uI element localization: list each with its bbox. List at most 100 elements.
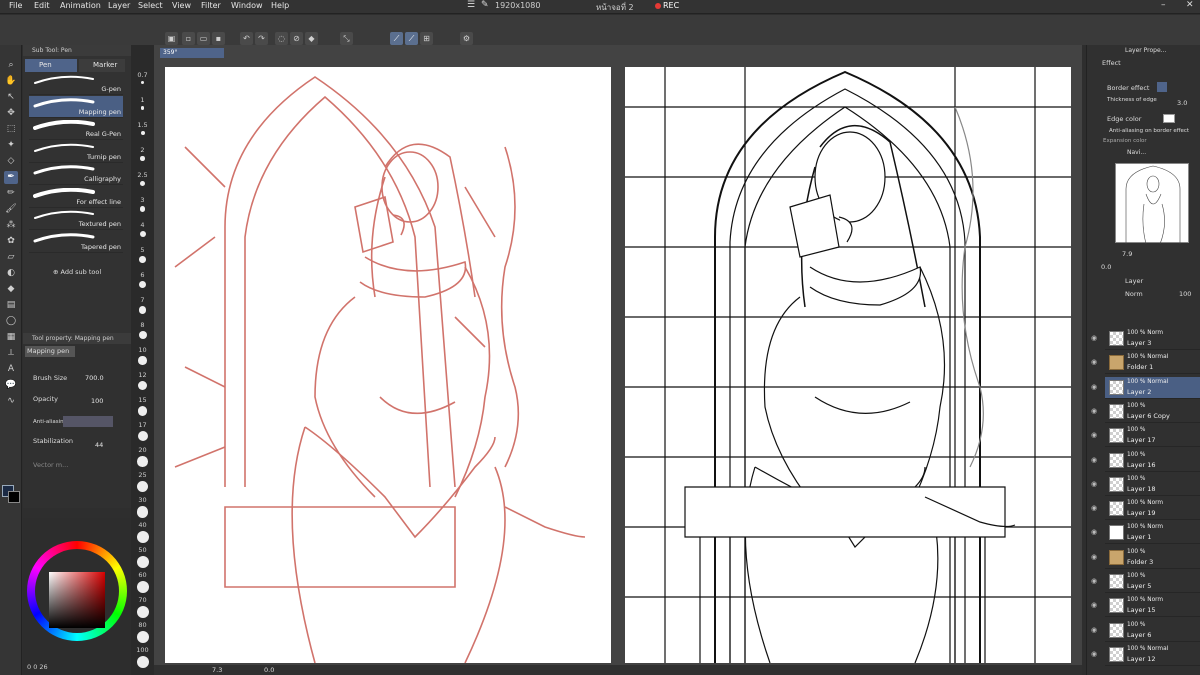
size-label[interactable]: 0.7: [131, 71, 154, 79]
menu-help[interactable]: Help: [271, 1, 289, 10]
brush-size-value[interactable]: 700.0: [85, 374, 104, 382]
subtool-item[interactable]: Mapping pen: [29, 95, 123, 118]
opacity-value[interactable]: 100: [91, 397, 103, 405]
visibility-eye-icon[interactable]: ◉: [1091, 601, 1097, 609]
rec-indicator[interactable]: REC: [655, 1, 679, 10]
menu-layer[interactable]: Layer: [108, 1, 130, 10]
size-dot-icon[interactable]: [140, 181, 145, 186]
menu-window[interactable]: Window: [231, 1, 263, 10]
layer-tab[interactable]: Layer: [1125, 277, 1143, 285]
tab-pen[interactable]: Pen: [25, 59, 77, 72]
add-subtool-button[interactable]: ⊕ Add sub tool: [53, 268, 101, 276]
edge-color-swatch[interactable]: [1163, 114, 1175, 123]
size-label[interactable]: 7: [131, 296, 154, 304]
size-dot-icon[interactable]: [140, 156, 145, 161]
size-dot-icon[interactable]: [137, 481, 148, 492]
sub-color-swatch[interactable]: [8, 491, 20, 503]
canvas-lineart[interactable]: [625, 67, 1071, 664]
visibility-eye-icon[interactable]: ◉: [1091, 334, 1097, 342]
size-dot-icon[interactable]: [139, 281, 146, 288]
subtool-item[interactable]: Tapered pen: [29, 231, 123, 253]
zoom-value[interactable]: 7.3: [212, 666, 222, 674]
canvas-sketch[interactable]: [165, 67, 611, 664]
text-icon[interactable]: A: [4, 363, 18, 376]
size-label[interactable]: 60: [131, 571, 154, 579]
transform-icon[interactable]: ⤡: [340, 32, 353, 45]
visibility-eye-icon[interactable]: ◉: [1091, 431, 1097, 439]
deselect-icon[interactable]: ◌: [275, 32, 288, 45]
layer-row[interactable]: ◉ 100 % Norm Layer 19: [1091, 498, 1200, 521]
blend-mode-select[interactable]: Norm: [1125, 290, 1143, 298]
size-dot-icon[interactable]: [137, 456, 148, 467]
visibility-eye-icon[interactable]: ◉: [1091, 528, 1097, 536]
figure-icon[interactable]: ◯: [4, 315, 18, 328]
snap-special-ruler-icon[interactable]: ⟋: [405, 32, 418, 45]
visibility-eye-icon[interactable]: ◉: [1091, 407, 1097, 415]
subtool-item[interactable]: Textured pen: [29, 208, 123, 230]
undo-icon[interactable]: ↶: [240, 32, 253, 45]
size-label[interactable]: 70: [131, 596, 154, 604]
operation-icon[interactable]: ↖: [4, 91, 18, 104]
size-label[interactable]: 6: [131, 271, 154, 279]
snap-ruler-icon[interactable]: ⟋: [390, 32, 403, 45]
size-dot-icon[interactable]: [139, 206, 146, 212]
snap-grid-icon[interactable]: ⊞: [420, 32, 433, 45]
close-icon[interactable]: ✕: [1186, 0, 1194, 10]
size-dot-icon[interactable]: [136, 606, 149, 618]
size-label[interactable]: 1: [131, 96, 154, 104]
navigator-thumbnail[interactable]: [1115, 163, 1189, 245]
settings-icon[interactable]: ⚙: [460, 32, 473, 45]
selection-icon[interactable]: ⬚: [4, 123, 18, 136]
size-dot-icon[interactable]: [140, 131, 145, 135]
size-dot-icon[interactable]: [136, 531, 149, 543]
subtool-item[interactable]: G-pen: [29, 73, 123, 95]
layer-row[interactable]: ◉ 100 % Layer 18: [1091, 474, 1200, 496]
auto-select-icon[interactable]: ✦: [4, 139, 18, 152]
eyedropper-icon[interactable]: ◇: [4, 155, 18, 168]
size-dot-icon[interactable]: [137, 431, 148, 441]
size-label[interactable]: 17: [131, 421, 154, 429]
frame-icon[interactable]: ▦: [4, 331, 18, 344]
subtool-item[interactable]: Real G-Pen: [29, 118, 123, 140]
layer-row[interactable]: ◉ 100 % Norm Layer 1: [1091, 522, 1200, 545]
layer-row[interactable]: ◉ 100 % Normal Layer 12: [1091, 644, 1200, 666]
visibility-eye-icon[interactable]: ◉: [1091, 358, 1097, 366]
layer-row[interactable]: ◉ 100 % Layer 17: [1091, 425, 1200, 448]
size-label[interactable]: 100: [131, 646, 154, 654]
gradient-icon[interactable]: ▤: [4, 299, 18, 312]
layer-row[interactable]: ◉ 100 % Layer 6: [1091, 620, 1200, 642]
size-dot-icon[interactable]: [136, 506, 149, 518]
save-icon[interactable]: ▪: [212, 32, 225, 45]
angle-value[interactable]: 0.0: [264, 666, 274, 674]
hand-icon[interactable]: ✋: [4, 75, 18, 88]
pen-icon[interactable]: ✒: [4, 171, 18, 184]
zoom-icon[interactable]: ⌕: [4, 59, 18, 72]
size-label[interactable]: 15: [131, 396, 154, 404]
layer-row[interactable]: ◉ 100 % Normal Folder 1: [1091, 352, 1200, 375]
layer-property-tab[interactable]: Layer Prope...: [1125, 47, 1166, 54]
stabilization-value[interactable]: 44: [95, 441, 103, 449]
size-dot-icon[interactable]: [136, 656, 149, 668]
fill-tool-icon[interactable]: ◆: [4, 283, 18, 296]
saturation-value-square[interactable]: [49, 572, 105, 628]
balloon-icon[interactable]: 💬: [4, 379, 18, 392]
size-label[interactable]: 5: [131, 246, 154, 254]
navigator-tab[interactable]: Navi...: [1127, 149, 1146, 156]
minimize-icon[interactable]: –: [1161, 0, 1166, 10]
size-dot-icon[interactable]: [136, 631, 149, 643]
layer-row[interactable]: ◉ 100 % Norm Layer 3: [1091, 328, 1200, 350]
nav-angle-value[interactable]: 0.0: [1101, 263, 1111, 271]
size-dot-icon[interactable]: [141, 81, 144, 84]
fill-icon[interactable]: ◆: [305, 32, 318, 45]
size-dot-icon[interactable]: [138, 356, 147, 365]
size-label[interactable]: 80: [131, 621, 154, 629]
size-dot-icon[interactable]: [136, 556, 149, 568]
size-dot-icon[interactable]: [140, 106, 145, 110]
size-label[interactable]: 2: [131, 146, 154, 154]
layer-row[interactable]: ◉ 100 % Layer 16: [1091, 450, 1200, 472]
menu-file[interactable]: File: [9, 1, 22, 10]
size-label[interactable]: 40: [131, 521, 154, 529]
subtool-item[interactable]: Turnip pen: [29, 141, 123, 163]
visibility-eye-icon[interactable]: ◉: [1091, 383, 1097, 391]
visibility-eye-icon[interactable]: ◉: [1091, 553, 1097, 561]
